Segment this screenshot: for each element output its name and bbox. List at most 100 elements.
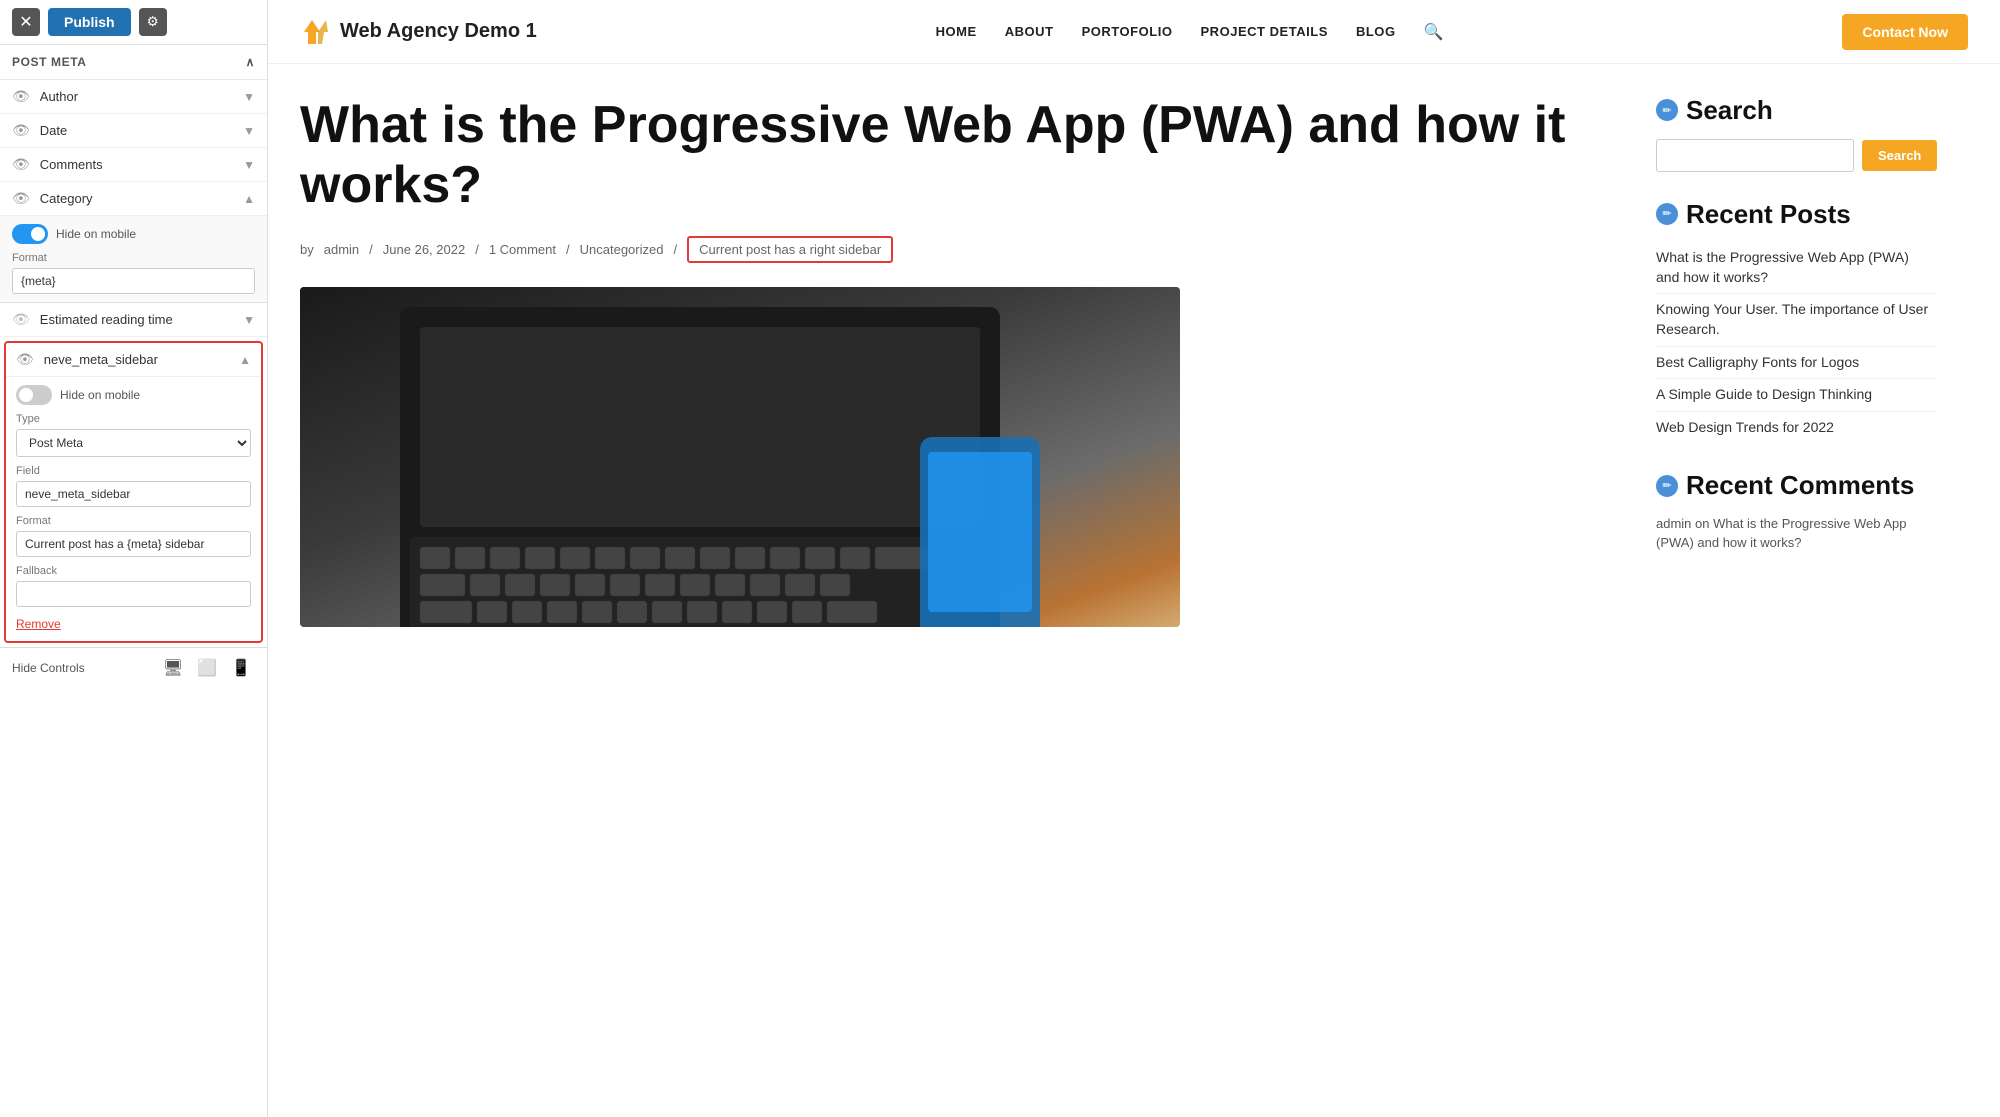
fallback-input[interactable]	[16, 581, 251, 607]
list-item[interactable]: A Simple Guide to Design Thinking	[1656, 379, 1936, 412]
header-left: ✕ Publish ⚙	[12, 8, 167, 36]
recent-comments-header: ✏ Recent Comments	[1656, 471, 1936, 500]
meta-row-comments[interactable]: 👁 Comments ▼	[0, 148, 267, 182]
recent-comments-title: Recent Comments	[1686, 471, 1914, 500]
chevron-icon-date: ▼	[243, 124, 255, 138]
neve-meta-sidebar-section: 👁 neve_meta_sidebar ▲ Hide on mobile Typ…	[4, 341, 263, 643]
hide-on-mobile-toggle-neve[interactable]	[16, 385, 52, 405]
right-sidebar: ✏ Search Search ✏ Recent Posts What is t…	[1656, 96, 1936, 627]
nav-search-icon[interactable]: 🔍	[1424, 22, 1444, 42]
chevron-icon-category: ▲	[243, 192, 255, 206]
publish-button[interactable]: Publish	[48, 8, 131, 36]
list-item[interactable]: Knowing Your User. The importance of Use…	[1656, 294, 1936, 346]
list-item[interactable]: Web Design Trends for 2022	[1656, 412, 1936, 444]
eye-icon-neve: 👁	[16, 351, 34, 368]
desktop-view-button[interactable]: 🖥	[159, 656, 187, 680]
tablet-view-button[interactable]: ⬜	[193, 656, 221, 680]
mobile-view-button[interactable]: 📱	[227, 656, 255, 680]
remove-link[interactable]: Remove	[16, 617, 61, 631]
post-date: June 26, 2022	[383, 242, 465, 257]
nav-blog[interactable]: BLOG	[1356, 24, 1396, 39]
post-meta-label-text: POST META	[12, 55, 87, 69]
eye-icon-author: 👁	[12, 88, 30, 105]
meta-row-category-label: Category	[40, 191, 93, 206]
list-item[interactable]: Best Calligraphy Fonts for Logos	[1656, 347, 1936, 380]
panel-header: ✕ Publish ⚙	[0, 0, 267, 45]
meta-row-author-label: Author	[40, 89, 78, 104]
post-featured-image	[300, 287, 1180, 627]
meta-row-estimated-reading[interactable]: 👁 Estimated reading time ▼	[0, 303, 267, 337]
recent-posts-section: ✏ Recent Posts What is the Progressive W…	[1656, 200, 1936, 444]
nav-about[interactable]: ABOUT	[1005, 24, 1054, 39]
close-button[interactable]: ✕	[12, 8, 40, 36]
meta-row-author-left: 👁 Author	[12, 88, 78, 105]
meta-row-category-left: 👁 Category	[12, 190, 93, 207]
search-section-title: Search	[1686, 96, 1773, 125]
search-button[interactable]: Search	[1862, 140, 1937, 171]
recent-posts-icon: ✏	[1656, 203, 1678, 225]
field-label: Field	[16, 465, 251, 477]
eye-icon-category: 👁	[12, 190, 30, 207]
hide-on-mobile-toggle-category[interactable]	[12, 224, 48, 244]
hide-controls-button[interactable]: Hide Controls	[12, 661, 85, 675]
recent-comments-icon: ✏	[1656, 475, 1678, 497]
contact-now-button[interactable]: Contact Now	[1842, 14, 1968, 50]
format-input-neve[interactable]	[16, 531, 251, 557]
recent-posts-list: What is the Progressive Web App (PWA) an…	[1656, 242, 1936, 443]
meta-sep-1: /	[369, 242, 373, 257]
meta-row-date[interactable]: 👁 Date ▼	[0, 114, 267, 148]
format-label-neve: Format	[16, 515, 251, 527]
hide-on-mobile-row-neve: Hide on mobile	[16, 385, 251, 405]
post-category: Uncategorized	[580, 242, 664, 257]
chevron-icon-comments: ▼	[243, 158, 255, 172]
meta-sep-2: /	[475, 242, 479, 257]
format-label-category: Format	[12, 252, 255, 264]
category-expanded-section: Hide on mobile Format	[0, 216, 267, 303]
nav-project-details[interactable]: PROJECT DETAILS	[1200, 24, 1327, 39]
list-item[interactable]: What is the Progressive Web App (PWA) an…	[1656, 242, 1936, 294]
main-content: What is the Progressive Web App (PWA) an…	[300, 96, 1624, 627]
chevron-icon-neve: ▲	[239, 353, 251, 367]
meta-row-estimated-label: Estimated reading time	[40, 312, 173, 327]
search-input[interactable]	[1656, 139, 1854, 172]
fallback-label: Fallback	[16, 565, 251, 577]
neve-section-label: neve_meta_sidebar	[44, 352, 158, 367]
meta-row-comments-label: Comments	[40, 157, 103, 172]
neve-header-left: 👁 neve_meta_sidebar	[16, 351, 158, 368]
post-meta-bar: by admin / June 26, 2022 / 1 Comment / U…	[300, 236, 1624, 263]
view-icons: 🖥 ⬜ 📱	[159, 656, 255, 680]
meta-row-comments-left: 👁 Comments	[12, 156, 103, 173]
meta-row-date-label: Date	[40, 123, 67, 138]
post-meta-section-header: POST META ∧	[0, 45, 267, 80]
nav-home[interactable]: HOME	[936, 24, 977, 39]
sidebar-badge: Current post has a right sidebar	[687, 236, 893, 263]
chevron-icon-author: ▼	[243, 90, 255, 104]
meta-row-author[interactable]: 👁 Author ▼	[0, 80, 267, 114]
meta-row-category[interactable]: 👁 Category ▲	[0, 182, 267, 216]
nav-portofolio[interactable]: PORTOFOLIO	[1082, 24, 1173, 39]
search-section-header: ✏ Search	[1656, 96, 1936, 125]
collapse-icon[interactable]: ∧	[246, 55, 255, 69]
meta-sep-4: /	[673, 242, 677, 257]
site-logo: Web Agency Demo 1	[300, 16, 537, 48]
settings-button[interactable]: ⚙	[139, 8, 167, 36]
nav-links: HOME ABOUT PORTOFOLIO PROJECT DETAILS BL…	[936, 22, 1444, 42]
hide-on-mobile-label-neve: Hide on mobile	[60, 388, 140, 402]
hide-on-mobile-row-category: Hide on mobile	[12, 224, 255, 244]
post-author: admin	[324, 242, 359, 257]
eye-icon-comments: 👁	[12, 156, 30, 173]
search-row: Search	[1656, 139, 1936, 172]
site-name: Web Agency Demo 1	[340, 20, 537, 43]
post-by: by	[300, 242, 314, 257]
neve-section-header[interactable]: 👁 neve_meta_sidebar ▲	[6, 343, 261, 377]
format-input-category[interactable]	[12, 268, 255, 294]
content-wrapper: What is the Progressive Web App (PWA) an…	[268, 64, 1968, 659]
meta-row-estimated-left: 👁 Estimated reading time	[12, 311, 173, 328]
type-select[interactable]: Post Meta	[16, 429, 251, 457]
post-title: What is the Progressive Web App (PWA) an…	[300, 96, 1624, 216]
field-input[interactable]	[16, 481, 251, 507]
laptop-graphic	[300, 287, 1180, 627]
chevron-icon-estimated: ▼	[243, 313, 255, 327]
site-preview: Web Agency Demo 1 HOME ABOUT PORTOFOLIO …	[268, 0, 2000, 1117]
neve-section-body: Hide on mobile Type Post Meta Field Form…	[6, 377, 261, 641]
